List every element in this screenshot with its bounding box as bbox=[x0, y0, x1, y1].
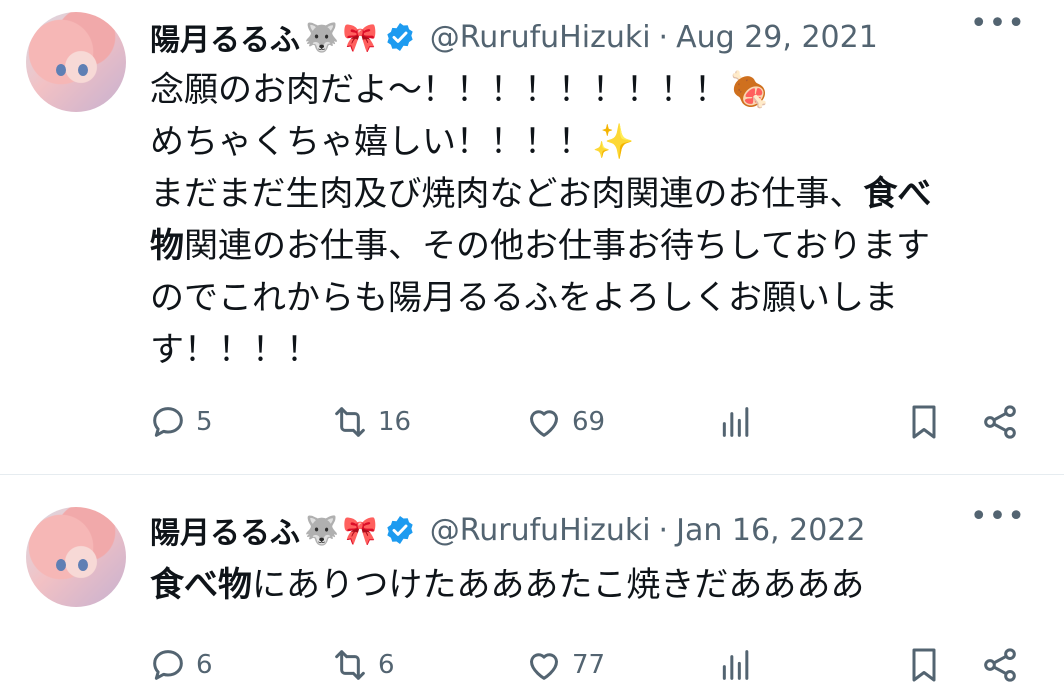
like-button[interactable]: 77 bbox=[524, 643, 605, 687]
like-button[interactable]: 69 bbox=[524, 400, 605, 444]
bookmark-button[interactable] bbox=[904, 400, 944, 444]
like-count: 77 bbox=[572, 650, 606, 680]
heart-icon bbox=[530, 410, 558, 437]
views-button[interactable] bbox=[716, 643, 756, 687]
separator-dot: · bbox=[658, 19, 669, 55]
retweet-icon bbox=[335, 650, 365, 680]
retweet-button[interactable]: 16 bbox=[330, 400, 411, 444]
share-icon bbox=[984, 405, 1016, 439]
verified-badge-icon[interactable] bbox=[384, 21, 416, 53]
more-icon[interactable]: ••• bbox=[970, 6, 1026, 41]
ribbon-emoji: 🎀 bbox=[342, 20, 378, 54]
reply-count: 5 bbox=[196, 407, 213, 437]
avatar[interactable] bbox=[26, 12, 126, 112]
tweet-header: 陽月るるふ 🐺 🎀 @RurufuHizuki · Aug 29, 2021 bbox=[150, 14, 1064, 60]
tweet-line: まだまだ生肉及び焼肉などお肉関連のお仕事、食べ bbox=[150, 174, 932, 214]
wolf-emoji: 🐺 bbox=[304, 20, 339, 54]
verified-badge-icon[interactable] bbox=[384, 514, 416, 546]
action-bar: 6 6 77 bbox=[148, 643, 1028, 687]
wolf-emoji: 🐺 bbox=[304, 513, 339, 547]
user-handle[interactable]: @RurufuHizuki bbox=[430, 20, 651, 55]
tweet-line: 念願のお肉だよ〜！！！！！！！！！🍖 bbox=[150, 70, 771, 110]
retweet-count: 16 bbox=[378, 407, 412, 437]
more-icon[interactable]: ••• bbox=[970, 499, 1026, 534]
retweet-icon bbox=[335, 407, 365, 437]
sparkles-emoji: ✨ bbox=[592, 122, 635, 162]
meat-emoji: 🍖 bbox=[728, 70, 771, 110]
separator-dot: · bbox=[658, 512, 669, 548]
reply-button[interactable]: 6 bbox=[148, 643, 213, 687]
share-button[interactable] bbox=[980, 400, 1020, 444]
reply-icon bbox=[153, 407, 183, 437]
bookmark-button[interactable] bbox=[904, 643, 944, 687]
retweet-count: 6 bbox=[378, 650, 395, 680]
tweet-header: 陽月るるふ 🐺 🎀 @RurufuHizuki · Jan 16, 2022 bbox=[150, 507, 1064, 553]
views-button[interactable] bbox=[716, 400, 756, 444]
action-bar: 5 16 69 bbox=[148, 400, 1028, 444]
tweet[interactable]: 陽月るるふ 🐺 🎀 @RurufuHizuki · Aug 29, 2021 •… bbox=[0, 0, 1064, 475]
views-icon bbox=[722, 650, 749, 680]
avatar-eye bbox=[78, 64, 88, 76]
retweet-button[interactable]: 6 bbox=[330, 643, 395, 687]
tweet-line: めちゃくちゃ嬉しい！！！！✨ bbox=[150, 122, 635, 162]
user-handle[interactable]: @RurufuHizuki bbox=[430, 513, 651, 548]
tweet-line: のでこれからも陽月るるふをよろしくお願いしま bbox=[150, 278, 898, 318]
avatar-eye bbox=[78, 559, 88, 571]
heart-icon bbox=[530, 653, 558, 680]
display-name[interactable]: 陽月るるふ bbox=[150, 15, 300, 59]
avatar-eye bbox=[56, 559, 66, 571]
ribbon-emoji: 🎀 bbox=[342, 513, 378, 547]
tweet-date[interactable]: Aug 29, 2021 bbox=[676, 20, 878, 55]
avatar[interactable] bbox=[26, 507, 126, 607]
reply-button[interactable]: 5 bbox=[148, 400, 213, 444]
share-button[interactable] bbox=[980, 643, 1020, 687]
avatar-eye bbox=[56, 64, 66, 76]
bookmark-icon bbox=[912, 648, 936, 682]
tweet[interactable]: 陽月るるふ 🐺 🎀 @RurufuHizuki · Jan 16, 2022 •… bbox=[0, 475, 1064, 699]
share-icon bbox=[984, 648, 1016, 682]
tweet-line: 食べ物にありつけたあああたこ焼きだああああ bbox=[150, 565, 865, 605]
like-count: 69 bbox=[572, 407, 606, 437]
tweet-text: 念願のお肉だよ〜！！！！！！！！！🍖 めちゃくちゃ嬉しい！！！！✨ まだまだ生肉… bbox=[150, 64, 1010, 376]
views-icon bbox=[722, 407, 749, 437]
display-name[interactable]: 陽月るるふ bbox=[150, 508, 300, 552]
tweet-text: 食べ物にありつけたあああたこ焼きだああああ bbox=[150, 559, 1010, 611]
reply-count: 6 bbox=[196, 650, 213, 680]
bookmark-icon bbox=[912, 405, 936, 439]
tweet-line: 物関連のお仕事、その他お仕事お待ちしております bbox=[150, 226, 930, 266]
tweet-line: す！！！！ bbox=[150, 330, 320, 370]
reply-icon bbox=[153, 650, 183, 680]
tweet-date[interactable]: Jan 16, 2022 bbox=[676, 513, 865, 548]
